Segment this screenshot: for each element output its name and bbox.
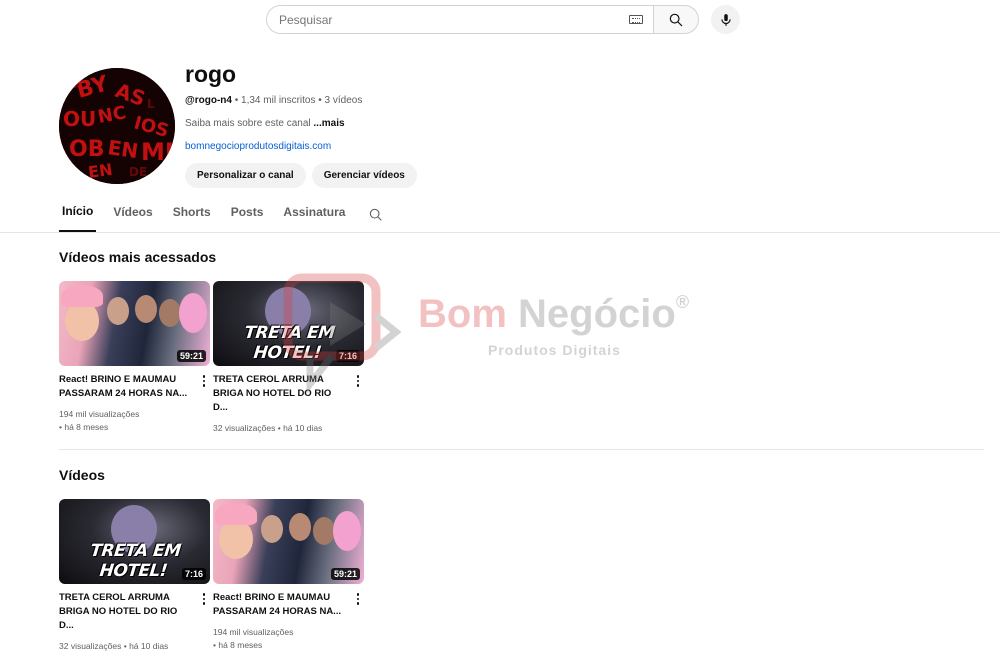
svg-text:EN: EN — [87, 160, 114, 182]
video-duration: 59:21 — [176, 350, 206, 362]
svg-text:SO: SO — [61, 77, 80, 91]
tab-home[interactable]: Início — [59, 200, 97, 232]
video-age: • há 8 meses — [213, 640, 263, 650]
svg-text:OB: OB — [69, 137, 104, 162]
video-duration: 7:16 — [181, 568, 206, 580]
manage-videos-button[interactable]: Gerenciar vídeos — [311, 163, 417, 188]
search-icon — [669, 13, 683, 26]
video-views: 194 mil visualizações — [213, 627, 294, 637]
keyboard-icon[interactable] — [629, 15, 643, 24]
video-thumbnail[interactable]: TRETA EM HOTEL! 7:16 — [213, 281, 364, 366]
watermark-brand: Bom Negócio® — [418, 292, 690, 336]
video-age: • há 8 meses — [59, 422, 109, 432]
channel-avatar[interactable]: BY AS OU NC IOS OB EN MI EN SO L DE — [59, 68, 175, 184]
tabs-divider — [0, 232, 1000, 233]
about-text: Saiba mais sobre este canal — [185, 118, 314, 129]
svg-text:MI: MI — [141, 138, 174, 166]
search-input[interactable] — [279, 12, 629, 27]
more-vert-icon[interactable] — [198, 373, 210, 401]
video-thumbnail[interactable]: 59:21 — [213, 499, 364, 584]
channel-link[interactable]: bomnegocioprodutosdigitais.com — [185, 141, 331, 152]
mic-icon — [720, 13, 731, 26]
tab-membership[interactable]: Assinatura — [280, 200, 348, 232]
search-box[interactable] — [266, 5, 653, 34]
video-title[interactable]: TRETA CEROL ARRUMA BRIGA NO HOTEL DO RIO… — [59, 591, 191, 633]
popular-videos-title: Vídeos mais acessados — [59, 249, 217, 265]
customize-channel-button[interactable]: Personalizar o canal — [185, 163, 306, 188]
video-duration: 59:21 — [330, 568, 360, 580]
video-title[interactable]: React! BRINO E MAUMAU PASSARAM 24 HORAS … — [213, 591, 345, 619]
video-title[interactable]: React! BRINO E MAUMAU PASSARAM 24 HORAS … — [59, 373, 191, 401]
video-card[interactable]: TRETA EM HOTEL! 7:16 TRETA CEROL ARRUMA … — [59, 499, 210, 653]
channel-name: rogo — [185, 61, 237, 87]
avatar-art: BY AS OU NC IOS OB EN MI EN SO L DE — [59, 68, 175, 184]
channel-tabs: Início Vídeos Shorts Posts Assinatura — [59, 200, 384, 232]
channel-about[interactable]: Saiba mais sobre este canal ...mais — [185, 118, 345, 129]
video-thumbnail[interactable]: 59:21 — [59, 281, 210, 366]
more-vert-icon[interactable] — [352, 373, 364, 415]
tab-videos[interactable]: Vídeos — [110, 200, 155, 232]
channel-actions: Personalizar o canal Gerenciar vídeos — [185, 163, 417, 188]
videos-section-title: Vídeos — [59, 467, 105, 483]
video-views: 32 visualizações — [59, 641, 122, 651]
channel-search-icon[interactable] — [368, 207, 384, 223]
channel-meta: @rogo-n4 • 1,34 mil inscritos • 3 vídeos — [185, 95, 362, 106]
about-more-link[interactable]: ...mais — [313, 118, 344, 129]
tab-posts[interactable]: Posts — [228, 200, 267, 232]
voice-search-button[interactable] — [711, 5, 740, 34]
svg-text:DE: DE — [129, 165, 147, 179]
video-card[interactable]: TRETA EM HOTEL! 7:16 TRETA CEROL ARRUMA … — [213, 281, 364, 435]
more-vert-icon[interactable] — [352, 591, 364, 619]
channel-stats: • 1,34 mil inscritos • 3 vídeos — [231, 95, 363, 106]
video-card[interactable]: 59:21 React! BRINO E MAUMAU PASSARAM 24 … — [59, 281, 210, 434]
tab-shorts[interactable]: Shorts — [170, 200, 214, 232]
video-age: • há 10 dias — [121, 641, 169, 651]
channel-handle: @rogo-n4 — [185, 95, 232, 106]
video-card[interactable]: 59:21 React! BRINO E MAUMAU PASSARAM 24 … — [213, 499, 364, 652]
video-views: 32 visualizações — [213, 423, 276, 433]
watermark-subtitle: Produtos Digitais — [488, 342, 621, 358]
video-age: • há 10 dias — [275, 423, 323, 433]
video-title[interactable]: TRETA CEROL ARRUMA BRIGA NO HOTEL DO RIO… — [213, 373, 345, 415]
search-bar — [266, 5, 740, 34]
section-divider — [59, 449, 984, 450]
video-thumbnail[interactable]: TRETA EM HOTEL! 7:16 — [59, 499, 210, 584]
svg-text:L: L — [147, 97, 155, 111]
video-duration: 7:16 — [335, 350, 360, 362]
svg-text:EN: EN — [106, 135, 139, 163]
svg-text:OU: OU — [63, 107, 96, 131]
more-vert-icon[interactable] — [198, 591, 210, 633]
search-button[interactable] — [653, 5, 699, 34]
video-views: 194 mil visualizações — [59, 409, 140, 419]
